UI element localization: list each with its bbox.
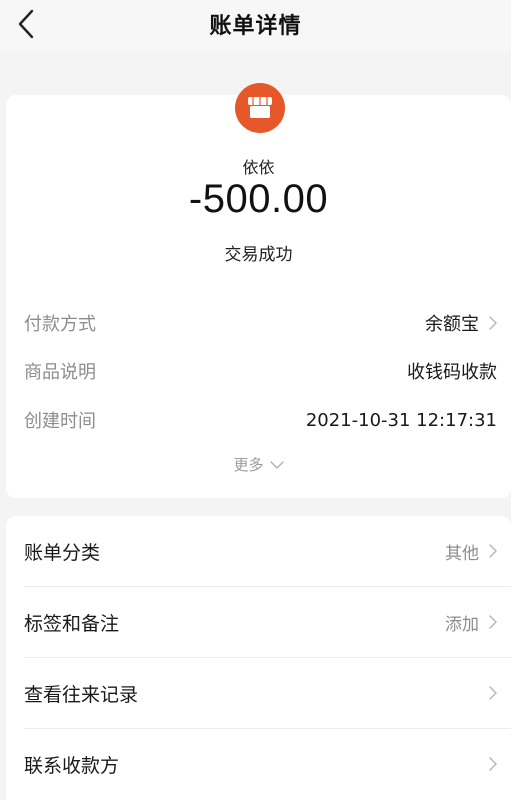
chevron-right-icon: [489, 615, 497, 629]
list-item-transaction-history[interactable]: 查看往来记录: [24, 658, 497, 728]
list-item-label: 账单分类: [24, 541, 101, 564]
store-icon: [235, 83, 285, 133]
detail-row-payment-method[interactable]: 付款方式 余额宝: [24, 309, 497, 337]
list-item-label: 标签和备注: [24, 612, 120, 635]
merchant-name: 依依: [242, 158, 275, 177]
more-button[interactable]: 更多: [6, 454, 511, 475]
detail-label: 商品说明: [24, 362, 96, 383]
more-label: 更多: [233, 456, 264, 474]
top-bar: 账单详情: [0, 0, 511, 52]
merchant-avatar: [235, 83, 285, 133]
actions-card: 账单分类 其他 标签和备注 添加 查看往来记录 联系收款方: [6, 516, 511, 800]
transaction-amount: -500.00: [188, 177, 329, 221]
chevron-right-icon: [489, 544, 497, 558]
chevron-right-icon: [489, 757, 497, 771]
page-title: 账单详情: [209, 14, 302, 39]
chevron-right-icon: [489, 316, 497, 330]
detail-value: 2021-10-31 12:17:31: [305, 409, 497, 431]
list-item-label: 查看往来记录: [24, 683, 139, 706]
detail-row-product-description: 商品说明 收钱码收款: [24, 357, 497, 385]
list-item-value: 其他: [445, 543, 479, 564]
detail-label: 付款方式: [24, 314, 96, 335]
detail-label: 创建时间: [24, 411, 96, 432]
transaction-status: 交易成功: [224, 245, 293, 265]
list-item-value: 添加: [445, 614, 479, 635]
list-item-contact-payee[interactable]: 联系收款方: [24, 729, 497, 799]
detail-row-created-time: 创建时间 2021-10-31 12:17:31: [24, 406, 497, 434]
transaction-card: 依依 -500.00 交易成功 付款方式 余额宝 商品说明 收钱码收款 创建时间…: [6, 83, 511, 498]
list-item-tags-notes[interactable]: 标签和备注 添加: [24, 587, 497, 657]
list-item-bill-category[interactable]: 账单分类 其他: [24, 516, 497, 586]
bill-detail-screen: 账单详情 依依 -500.00 交易成功 付款方式 余额宝 商品说明 收钱码收款…: [0, 0, 511, 800]
list-item-label: 联系收款方: [24, 754, 120, 777]
chevron-right-icon: [489, 686, 497, 700]
detail-value: 收钱码收款: [407, 362, 497, 383]
detail-value: 余额宝: [425, 314, 479, 335]
chevron-down-icon: [269, 460, 284, 469]
